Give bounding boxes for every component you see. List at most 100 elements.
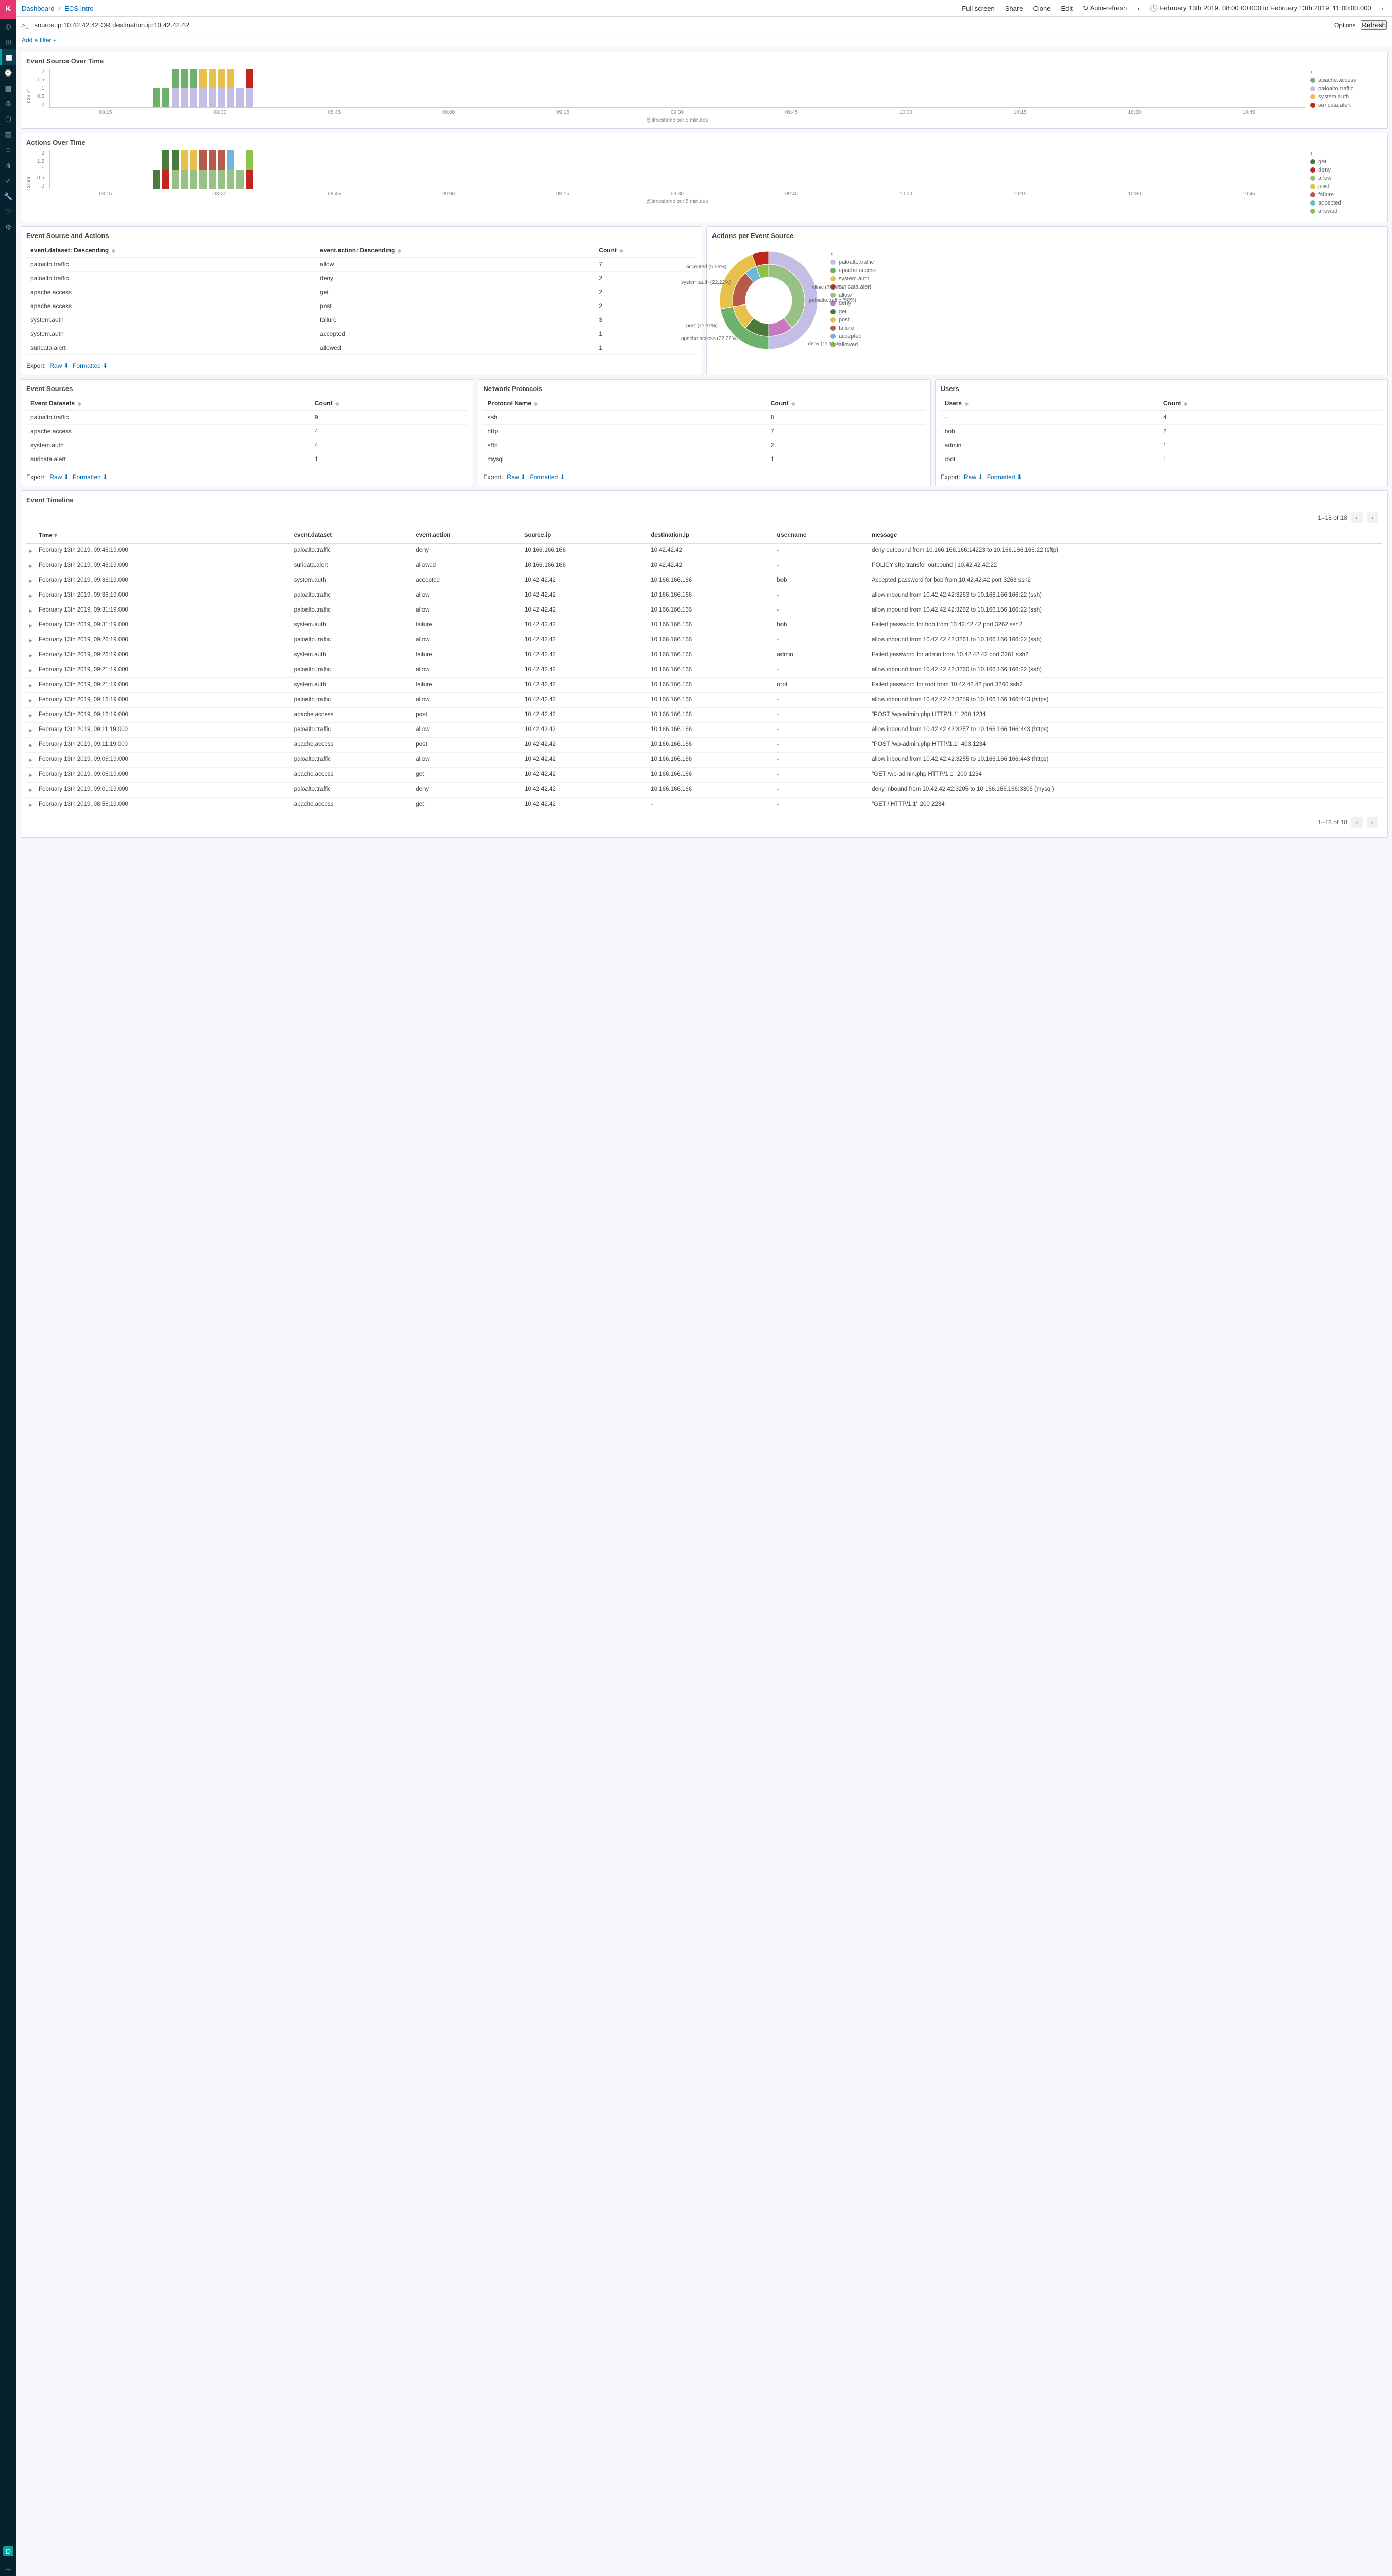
table-row[interactable]: -4 bbox=[941, 411, 1382, 425]
expand-row-icon[interactable]: ▸ bbox=[26, 768, 36, 783]
table-row[interactable]: sftp2 bbox=[483, 438, 925, 452]
expand-row-icon[interactable]: ▸ bbox=[26, 618, 36, 633]
expand-row-icon[interactable]: ▸ bbox=[26, 663, 36, 678]
export-formatted-link[interactable]: Formatted ⬇ bbox=[987, 473, 1022, 481]
legend-item[interactable]: allow bbox=[1310, 175, 1382, 181]
timeline-row[interactable]: ▸February 13th 2019, 09:06:19.000apache.… bbox=[26, 768, 1382, 783]
bar-segment[interactable] bbox=[209, 69, 216, 88]
bar-segment[interactable] bbox=[162, 88, 169, 108]
expand-row-icon[interactable]: ▸ bbox=[26, 708, 36, 723]
export-raw-link[interactable]: Raw ⬇ bbox=[49, 473, 69, 481]
legend-collapse-icon[interactable]: ◐ bbox=[830, 251, 834, 257]
timeline-row[interactable]: ▸February 13th 2019, 08:56:19.000apache.… bbox=[26, 798, 1382, 812]
bar-segment[interactable] bbox=[153, 170, 160, 189]
table-row[interactable]: mysql1 bbox=[483, 452, 925, 466]
bar-segment[interactable] bbox=[181, 150, 188, 170]
refresh-button[interactable]: Refresh bbox=[1361, 20, 1387, 30]
bar-segment[interactable] bbox=[218, 170, 225, 189]
legend-item[interactable]: accepted bbox=[1310, 200, 1382, 206]
expand-row-icon[interactable]: ▸ bbox=[26, 573, 36, 588]
table-row[interactable]: ssh8 bbox=[483, 411, 925, 425]
nav-maps-icon[interactable]: ⊕ bbox=[0, 96, 16, 111]
bar-segment[interactable] bbox=[227, 170, 234, 189]
timeline-row[interactable]: ▸February 13th 2019, 09:26:19.000system.… bbox=[26, 648, 1382, 663]
export-raw-link[interactable]: Raw ⬇ bbox=[507, 473, 526, 481]
legend-item[interactable]: system.auth bbox=[1310, 94, 1382, 100]
expand-row-icon[interactable]: ▸ bbox=[26, 798, 36, 812]
bar-segment[interactable] bbox=[209, 150, 216, 170]
legend-item[interactable]: paloalto.traffic bbox=[830, 259, 903, 265]
table-row[interactable]: suricata.alertallowed1 bbox=[26, 341, 697, 355]
legend-item[interactable]: post bbox=[830, 317, 903, 323]
timeline-row[interactable]: ▸February 13th 2019, 09:46:19.000paloalt… bbox=[26, 544, 1382, 558]
bar-segment[interactable] bbox=[172, 150, 179, 170]
timeline-row[interactable]: ▸February 13th 2019, 09:01:19.000paloalt… bbox=[26, 783, 1382, 798]
table-row[interactable]: apache.accesspost2 bbox=[26, 299, 697, 313]
timeline-row[interactable]: ▸February 13th 2019, 09:36:19.000paloalt… bbox=[26, 588, 1382, 603]
legend-item[interactable]: paloalto.traffic bbox=[1310, 86, 1382, 92]
nav-ml-icon[interactable]: ⬡ bbox=[0, 111, 16, 127]
column-header[interactable]: Count ◆ bbox=[595, 244, 697, 258]
bar-segment[interactable] bbox=[227, 88, 234, 108]
column-header[interactable]: Protocol Name ◆ bbox=[483, 397, 767, 411]
nav-apm-icon[interactable]: ⋔ bbox=[0, 158, 16, 173]
bar-segment[interactable] bbox=[199, 170, 207, 189]
timeline-row[interactable]: ▸February 13th 2019, 09:36:19.000system.… bbox=[26, 573, 1382, 588]
bar-segment[interactable] bbox=[246, 150, 253, 170]
bar-segment[interactable] bbox=[172, 69, 179, 88]
pager-next-icon[interactable]: › bbox=[1367, 512, 1378, 523]
table-row[interactable]: apache.access4 bbox=[26, 425, 468, 438]
bar-segment[interactable] bbox=[153, 88, 160, 108]
legend-item[interactable]: accepted bbox=[830, 333, 903, 340]
legend-item[interactable]: allowed bbox=[1310, 208, 1382, 214]
export-formatted-link[interactable]: Formatted ⬇ bbox=[530, 473, 565, 481]
timerange-next-icon[interactable]: › bbox=[1379, 4, 1387, 13]
bar-segment[interactable] bbox=[227, 69, 234, 88]
expand-row-icon[interactable]: ▸ bbox=[26, 544, 36, 558]
table-row[interactable]: bob2 bbox=[941, 425, 1382, 438]
legend-item[interactable]: get bbox=[830, 309, 903, 315]
column-header[interactable]: event.dataset bbox=[291, 528, 413, 544]
table-row[interactable]: system.authfailure3 bbox=[26, 313, 697, 327]
expand-row-icon[interactable]: ▸ bbox=[26, 738, 36, 753]
timeline-row[interactable]: ▸February 13th 2019, 09:06:19.000paloalt… bbox=[26, 753, 1382, 768]
column-header[interactable]: event.dataset: Descending ◆ bbox=[26, 244, 316, 258]
pager-prev-icon[interactable]: ‹ bbox=[1351, 512, 1363, 523]
clone-button[interactable]: Clone bbox=[1030, 4, 1054, 13]
legend-item[interactable]: allowed bbox=[830, 342, 903, 348]
table-row[interactable]: apache.accessget2 bbox=[26, 285, 697, 299]
legend-item[interactable]: apache.access bbox=[830, 267, 903, 274]
table-row[interactable]: system.auth4 bbox=[26, 438, 468, 452]
bar-segment[interactable] bbox=[246, 69, 253, 88]
legend-item[interactable]: post bbox=[1310, 183, 1382, 190]
autorefresh-button[interactable]: ↻ Auto-refresh bbox=[1080, 3, 1130, 13]
bar-segment[interactable] bbox=[172, 88, 179, 108]
nav-uptime-icon[interactable]: ✓ bbox=[0, 173, 16, 189]
export-raw-link[interactable]: Raw ⬇ bbox=[964, 473, 983, 481]
export-raw-link[interactable]: Raw ⬇ bbox=[49, 362, 69, 369]
legend-collapse-icon[interactable]: ◐ bbox=[1310, 150, 1314, 157]
nav-default-icon[interactable]: D bbox=[3, 2546, 13, 2556]
edit-button[interactable]: Edit bbox=[1058, 4, 1075, 13]
table-row[interactable]: http7 bbox=[483, 425, 925, 438]
column-header[interactable]: user.name bbox=[774, 528, 869, 544]
bar-segment[interactable] bbox=[190, 88, 197, 108]
legend-item[interactable]: system.auth bbox=[830, 276, 903, 282]
add-filter-button[interactable]: Add a filter + bbox=[22, 37, 57, 44]
nav-visualize-icon[interactable]: ⊞ bbox=[0, 34, 16, 49]
timeline-row[interactable]: ▸February 13th 2019, 09:11:19.000apache.… bbox=[26, 738, 1382, 753]
column-header[interactable]: Event Datasets ◆ bbox=[26, 397, 311, 411]
expand-row-icon[interactable]: ▸ bbox=[26, 603, 36, 618]
table-row[interactable]: paloalto.traffic9 bbox=[26, 411, 468, 425]
expand-row-icon[interactable]: ▸ bbox=[26, 648, 36, 663]
table-row[interactable]: system.authaccepted1 bbox=[26, 327, 697, 341]
legend-item[interactable]: get bbox=[1310, 159, 1382, 165]
bar-segment[interactable] bbox=[190, 150, 197, 170]
nav-dashboard-icon[interactable]: ▦ bbox=[0, 49, 16, 65]
bar-segment[interactable] bbox=[190, 69, 197, 88]
bar-segment[interactable] bbox=[162, 150, 169, 170]
bar-segment[interactable] bbox=[181, 69, 188, 88]
column-header[interactable]: Users ◆ bbox=[941, 397, 1159, 411]
expand-row-icon[interactable]: ▸ bbox=[26, 753, 36, 768]
table-row[interactable]: admin1 bbox=[941, 438, 1382, 452]
